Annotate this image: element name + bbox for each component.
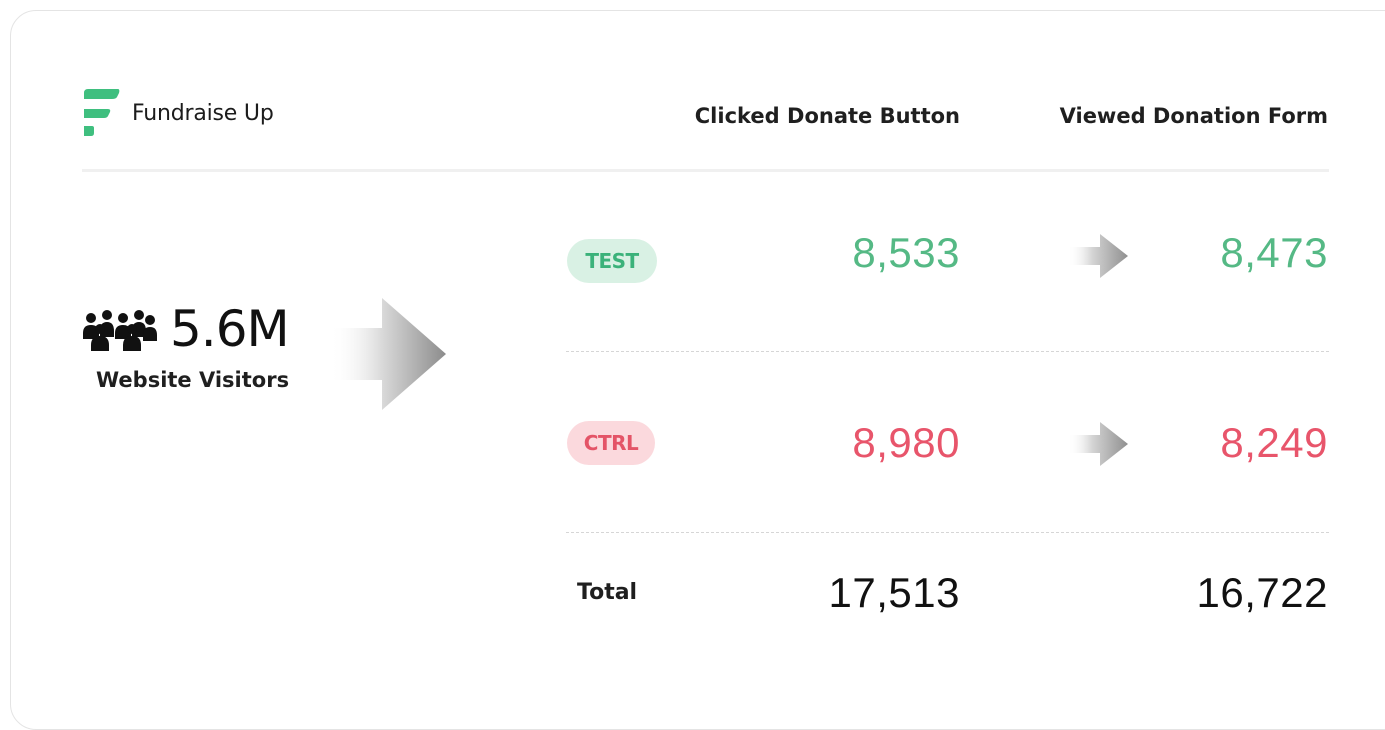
ctrl-badge: CTRL — [567, 421, 655, 465]
visitors-label: Website Visitors — [96, 368, 290, 392]
arrow-right-icon — [1068, 234, 1128, 278]
website-visitors-summary: 5.6M Website Visitors — [82, 300, 342, 392]
brand-name: Fundraise Up — [132, 100, 274, 126]
people-group-icon — [83, 310, 157, 351]
header-viewed-donation-form: Viewed Donation Form — [1059, 104, 1328, 128]
row-divider — [566, 351, 1329, 352]
brand-logo: Fundraise Up — [82, 89, 274, 137]
header-clicked-donate-button: Clicked Donate Button — [694, 104, 960, 128]
fundraise-up-logo-icon — [82, 89, 122, 137]
large-arrow-right-icon — [330, 298, 446, 410]
ctrl-viewed-value: 8,249 — [1220, 419, 1328, 466]
total-clicked-value: 17,513 — [828, 569, 960, 616]
test-viewed-value: 8,473 — [1220, 229, 1328, 276]
header-divider — [82, 169, 1329, 172]
visitors-count: 5.6M — [170, 300, 290, 358]
test-clicked-value: 8,533 — [852, 229, 960, 276]
total-label: Total — [577, 580, 638, 605]
row-divider — [566, 532, 1329, 533]
total-viewed-value: 16,722 — [1196, 569, 1328, 616]
ctrl-clicked-value: 8,980 — [852, 419, 960, 466]
test-badge: TEST — [567, 239, 657, 283]
arrow-right-icon — [1068, 422, 1128, 466]
